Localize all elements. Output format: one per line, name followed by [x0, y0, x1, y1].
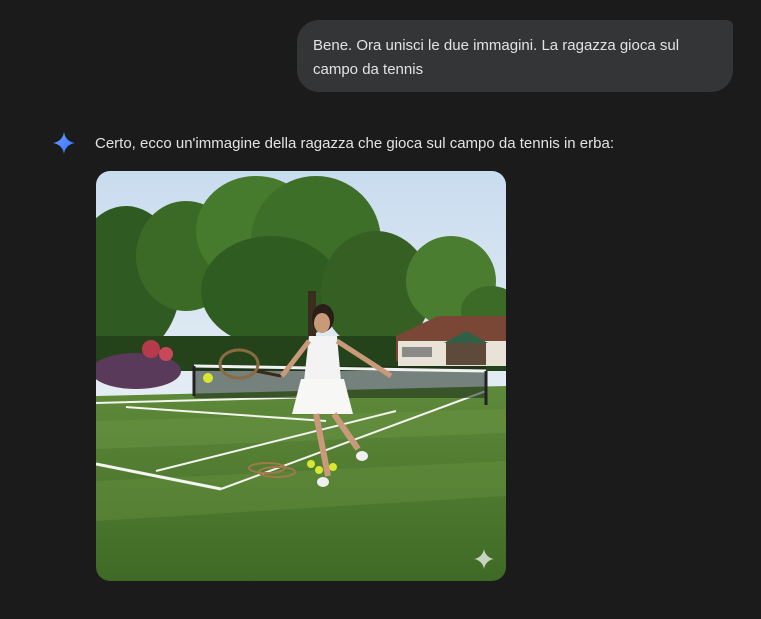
- assistant-message-text: Certo, ecco un'immagine della ragazza ch…: [95, 135, 614, 152]
- generated-image[interactable]: [96, 171, 506, 581]
- sparkle-watermark-icon: [472, 547, 496, 571]
- user-message-text: Bene. Ora unisci le due immagini. La rag…: [313, 37, 680, 78]
- user-message-bubble: Bene. Ora unisci le due immagini. La rag…: [297, 20, 733, 92]
- tennis-scene-illustration: [96, 171, 506, 581]
- chat-thread: Bene. Ora unisci le due immagini. La rag…: [0, 0, 761, 619]
- gemini-sparkle-icon: [52, 131, 76, 155]
